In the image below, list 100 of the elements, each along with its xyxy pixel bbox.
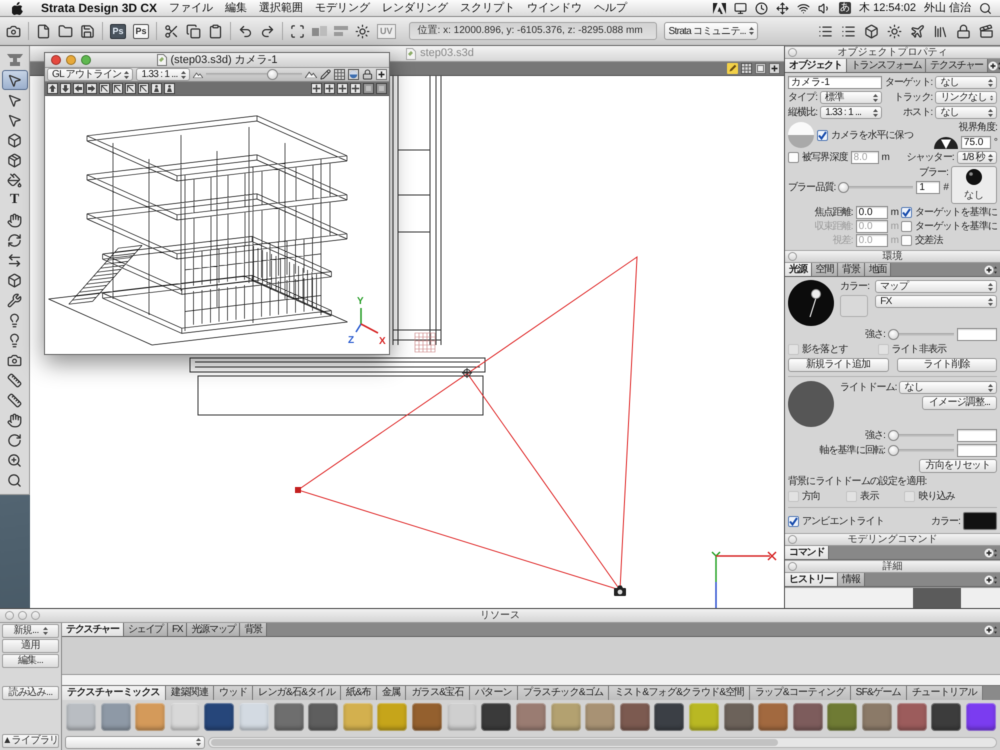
value-field[interactable]: 75.0 <box>960 136 991 149</box>
checkbox[interactable] <box>788 152 799 163</box>
checkbox-label[interactable]: 被写界深度 <box>802 151 848 164</box>
tab[interactable]: コマンド <box>785 546 830 559</box>
menu-item[interactable]: モデリング <box>315 1 370 15</box>
texture-swatch-icon[interactable] <box>239 703 270 731</box>
menu-item[interactable]: ファイル <box>169 1 214 15</box>
menu-item[interactable]: ヘルプ <box>594 1 628 15</box>
slider-thumb[interactable] <box>888 329 899 340</box>
sun-icon[interactable] <box>355 24 370 38</box>
scissors-icon[interactable] <box>164 24 179 38</box>
dropdown[interactable] <box>65 736 205 748</box>
clapperboard-icon[interactable] <box>979 24 994 38</box>
library-button[interactable]: ▲ライブラリ <box>2 734 59 748</box>
value-field[interactable] <box>957 328 997 341</box>
texture-swatch-icon[interactable] <box>377 703 408 731</box>
plus-menu-icon[interactable] <box>984 548 997 558</box>
dropdown[interactable]: 1/8 秒 <box>956 151 997 164</box>
category-tab[interactable]: SF&ゲーム <box>850 686 907 700</box>
texture-swatch-icon[interactable] <box>342 703 373 731</box>
checkbox-label[interactable]: ターゲットを基準に <box>915 206 997 219</box>
slider-thumb[interactable] <box>888 430 899 441</box>
arrow-right-icon[interactable] <box>86 83 97 94</box>
texture-swatch-icon[interactable] <box>931 703 962 731</box>
dropdown[interactable]: Strata コミュニテ... <box>664 22 758 40</box>
dropdown[interactable]: GL アウトライン <box>47 68 134 81</box>
tool-button[interactable]: T <box>2 190 28 210</box>
dropdown[interactable]: FX <box>875 295 997 308</box>
value-field[interactable]: 0.0 <box>856 206 888 219</box>
figure-icon[interactable] <box>164 83 175 94</box>
texture-swatch-icon[interactable] <box>308 703 338 731</box>
texture-swatch-icon[interactable] <box>481 703 512 731</box>
arrow-up-icon[interactable] <box>47 83 58 94</box>
category-tab[interactable]: ラップ&コーティング <box>750 686 851 700</box>
sun-icon[interactable] <box>887 24 902 38</box>
menu-item[interactable]: レンダリング <box>382 1 448 15</box>
category-tab[interactable]: ウッド <box>214 686 254 700</box>
texture-swatch-icon[interactable] <box>446 703 477 731</box>
category-tab[interactable]: チュートリアル <box>906 686 983 700</box>
name-field[interactable]: カメラ-1 <box>788 76 882 89</box>
dropdown[interactable]: なし <box>899 381 997 394</box>
texture-swatch-icon[interactable] <box>896 703 927 731</box>
category-tab[interactable]: 金属 <box>376 686 406 700</box>
tab[interactable]: 光源マップ <box>187 623 240 636</box>
texture-swatch-icon[interactable] <box>204 703 234 731</box>
cube-icon[interactable] <box>864 24 879 38</box>
lock-icon[interactable] <box>956 24 971 38</box>
grid-icon[interactable] <box>741 63 752 74</box>
wifi-icon[interactable] <box>797 2 810 14</box>
category-tab[interactable]: 建築関連 <box>166 686 214 700</box>
plus-menu-icon[interactable] <box>984 264 997 274</box>
pencil-icon[interactable] <box>320 69 331 80</box>
move-icon[interactable] <box>776 2 790 14</box>
arrow-left-icon[interactable] <box>73 83 84 94</box>
undo-icon[interactable] <box>238 24 253 38</box>
folder-icon[interactable] <box>58 24 73 38</box>
checkbox[interactable] <box>788 516 799 526</box>
blur-preview-button[interactable]: なし <box>951 166 997 204</box>
dropdown[interactable]: マップ <box>875 280 997 293</box>
camera-marker-icon[interactable] <box>614 586 626 596</box>
color-well[interactable] <box>840 295 868 317</box>
move-arrows-icon[interactable] <box>350 83 361 94</box>
checkbox[interactable] <box>901 207 912 218</box>
texture-swatch-icon[interactable] <box>585 703 616 731</box>
texture-swatch-icon[interactable] <box>516 703 546 731</box>
checkbox-label[interactable]: アンビエントライト <box>802 514 884 528</box>
texture-swatch-icon[interactable] <box>550 703 581 731</box>
texture-swatch-icon[interactable] <box>966 703 996 731</box>
tab[interactable]: テクスチャー <box>926 59 988 72</box>
slider-track[interactable] <box>888 445 954 456</box>
ps-button[interactable]: Ps <box>133 24 149 38</box>
ps-button[interactable]: Ps <box>110 24 126 38</box>
frame-icon[interactable] <box>290 24 305 38</box>
camera-icon[interactable] <box>6 24 21 38</box>
tab[interactable]: ヒストリー <box>785 573 838 586</box>
user-name[interactable]: 外山 信治 <box>924 1 971 15</box>
texture-swatch-icon[interactable] <box>827 703 858 731</box>
color-swatch-icon[interactable] <box>963 512 997 530</box>
value-field[interactable]: 1 <box>916 181 940 194</box>
move-arrows-icon[interactable] <box>311 83 322 94</box>
value-field[interactable] <box>957 429 997 442</box>
grid-icon[interactable] <box>334 69 345 80</box>
texture-swatch-icon[interactable] <box>620 703 650 731</box>
display-icon[interactable] <box>734 2 748 14</box>
arrow-down-icon[interactable] <box>60 83 71 94</box>
dropdown[interactable]: 標準 <box>820 91 882 104</box>
square-icon[interactable] <box>376 83 387 94</box>
category-tab[interactable]: パターン <box>470 686 518 700</box>
texture-swatch-icon[interactable] <box>274 703 304 731</box>
slider-thumb[interactable] <box>838 182 850 193</box>
menu-item[interactable]: 選択範囲 <box>259 1 304 15</box>
plus-menu-icon[interactable] <box>769 63 780 74</box>
zoom-button[interactable] <box>81 55 91 65</box>
document-icon[interactable] <box>36 24 51 38</box>
category-tab[interactable]: レンガ&石&タイル <box>253 686 342 700</box>
add-light-button[interactable]: 新規ライト追加 <box>788 358 888 372</box>
tab[interactable]: 光源 <box>785 263 812 276</box>
clock-icon[interactable] <box>755 2 768 14</box>
texture-swatch-icon[interactable] <box>412 703 442 731</box>
lock-icon[interactable] <box>362 69 373 80</box>
